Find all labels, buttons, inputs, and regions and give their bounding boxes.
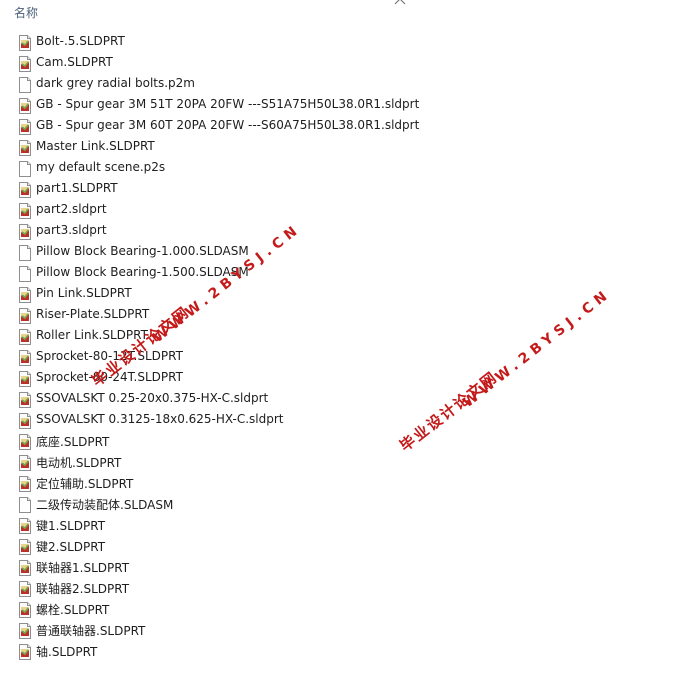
file-name: part3.sldprt: [36, 223, 107, 237]
blank-file-icon: [18, 266, 32, 282]
file-name: 联轴器1.SLDPRT: [36, 561, 130, 575]
file-name: 二级传动装配体.SLDASM: [36, 498, 174, 512]
file-list-item[interactable]: 联轴器2.SLDPRT: [0, 578, 697, 599]
file-name: 键1.SLDPRT: [36, 519, 106, 533]
solidworks-part-icon: [18, 287, 32, 303]
file-list-item[interactable]: 螺栓.SLDPRT: [0, 599, 697, 620]
file-name: 电动机.SLDPRT: [36, 456, 122, 470]
solidworks-part-icon: [18, 455, 32, 471]
file-list-item[interactable]: Sprocket-80-24T.SLDPRT: [0, 368, 697, 389]
file-list-item[interactable]: part2.sldprt: [0, 200, 697, 221]
solidworks-part-icon: [18, 434, 32, 450]
file-name: dark grey radial bolts.p2m: [36, 76, 195, 90]
file-list-item[interactable]: GB - Spur gear 3M 51T 20PA 20FW ---S51A7…: [0, 95, 697, 116]
file-list-item[interactable]: part1.SLDPRT: [0, 179, 697, 200]
file-list: Bolt-.5.SLDPRT Cam.SLDPRT dark grey radial…: [0, 32, 697, 662]
file-name: Roller Link.SLDPRT: [36, 328, 148, 342]
file-name: Sprocket-80-12T.SLDPRT: [36, 349, 183, 363]
file-list-item[interactable]: Pillow Block Bearing-1.500.SLDASM: [0, 263, 697, 284]
solidworks-part-icon: [18, 392, 32, 408]
solidworks-part-icon: [18, 329, 32, 345]
file-list-item[interactable]: Master Link.SLDPRT: [0, 137, 697, 158]
file-name: 普通联轴器.SLDPRT: [36, 624, 146, 638]
file-list-item[interactable]: dark grey radial bolts.p2m: [0, 74, 697, 95]
solidworks-part-icon: [18, 413, 32, 429]
file-name: 联轴器2.SLDPRT: [36, 582, 130, 596]
file-list-item[interactable]: SSOVALSKT 0.3125-18x0.625-HX-C.sldprt: [0, 410, 697, 431]
solidworks-part-icon: [18, 602, 32, 618]
blank-file-icon: [18, 497, 32, 513]
file-list-item[interactable]: 二级传动装配体.SLDASM: [0, 494, 697, 515]
file-list-item[interactable]: Riser-Plate.SLDPRT: [0, 305, 697, 326]
file-name: part1.SLDPRT: [36, 181, 118, 195]
file-list-item[interactable]: Pin Link.SLDPRT: [0, 284, 697, 305]
file-list-item[interactable]: 联轴器1.SLDPRT: [0, 557, 697, 578]
file-name: part2.sldprt: [36, 202, 107, 216]
file-list-item[interactable]: SSOVALSKT 0.25-20x0.375-HX-C.sldprt: [0, 389, 697, 410]
file-name: Bolt-.5.SLDPRT: [36, 34, 125, 48]
file-list-item[interactable]: 键2.SLDPRT: [0, 536, 697, 557]
file-name: Pillow Block Bearing-1.000.SLDASM: [36, 244, 249, 258]
solidworks-part-icon: [18, 224, 32, 240]
file-name: GB - Spur gear 3M 60T 20PA 20FW ---S60A7…: [36, 118, 420, 132]
solidworks-part-icon: [18, 350, 32, 366]
file-list-item[interactable]: Bolt-.5.SLDPRT: [0, 32, 697, 53]
file-name: SSOVALSKT 0.3125-18x0.625-HX-C.sldprt: [36, 412, 284, 426]
solidworks-part-icon: [18, 140, 32, 156]
file-name: 螺栓.SLDPRT: [36, 603, 110, 617]
file-name: GB - Spur gear 3M 51T 20PA 20FW ---S51A7…: [36, 97, 420, 111]
file-name: Master Link.SLDPRT: [36, 139, 155, 153]
solidworks-part-icon: [18, 560, 32, 576]
file-name: 定位辅助.SLDPRT: [36, 477, 134, 491]
file-name: SSOVALSKT 0.25-20x0.375-HX-C.sldprt: [36, 391, 269, 405]
file-name: Sprocket-80-24T.SLDPRT: [36, 370, 183, 384]
file-list-item[interactable]: part3.sldprt: [0, 221, 697, 242]
solidworks-part-icon: [18, 203, 32, 219]
solidworks-part-icon: [18, 581, 32, 597]
solidworks-part-icon: [18, 35, 32, 51]
file-list-item[interactable]: my default scene.p2s: [0, 158, 697, 179]
file-list-item[interactable]: 底座.SLDPRT: [0, 431, 697, 452]
file-list-item[interactable]: 普通联轴器.SLDPRT: [0, 620, 697, 641]
solidworks-part-icon: [18, 308, 32, 324]
file-name: 底座.SLDPRT: [36, 435, 110, 449]
file-name: my default scene.p2s: [36, 160, 166, 174]
column-header-bar: 名称: [0, 0, 697, 24]
file-name: Pin Link.SLDPRT: [36, 286, 132, 300]
solidworks-part-icon: [18, 371, 32, 387]
file-name: Riser-Plate.SLDPRT: [36, 307, 150, 321]
solidworks-part-icon: [18, 56, 32, 72]
file-list-item[interactable]: Cam.SLDPRT: [0, 53, 697, 74]
chevron-up-icon[interactable]: [394, 0, 406, 5]
file-list-item[interactable]: 电动机.SLDPRT: [0, 452, 697, 473]
file-list-item[interactable]: 轴.SLDPRT: [0, 641, 697, 662]
solidworks-part-icon: [18, 623, 32, 639]
file-list-item[interactable]: 定位辅助.SLDPRT: [0, 473, 697, 494]
file-list-item[interactable]: GB - Spur gear 3M 60T 20PA 20FW ---S60A7…: [0, 116, 697, 137]
solidworks-part-icon: [18, 119, 32, 135]
file-name: 轴.SLDPRT: [36, 645, 98, 659]
solidworks-part-icon: [18, 518, 32, 534]
file-list-item[interactable]: Pillow Block Bearing-1.000.SLDASM: [0, 242, 697, 263]
file-list-item[interactable]: Roller Link.SLDPRT: [0, 326, 697, 347]
column-header-name[interactable]: 名称: [14, 4, 38, 21]
file-name: Pillow Block Bearing-1.500.SLDASM: [36, 265, 249, 279]
solidworks-part-icon: [18, 476, 32, 492]
file-name: Cam.SLDPRT: [36, 55, 113, 69]
blank-file-icon: [18, 245, 32, 261]
solidworks-part-icon: [18, 644, 32, 660]
solidworks-part-icon: [18, 539, 32, 555]
file-name: 键2.SLDPRT: [36, 540, 106, 554]
blank-file-icon: [18, 77, 32, 93]
solidworks-part-icon: [18, 98, 32, 114]
file-list-item[interactable]: 键1.SLDPRT: [0, 515, 697, 536]
file-list-item[interactable]: Sprocket-80-12T.SLDPRT: [0, 347, 697, 368]
solidworks-part-icon: [18, 182, 32, 198]
blank-file-icon: [18, 161, 32, 177]
